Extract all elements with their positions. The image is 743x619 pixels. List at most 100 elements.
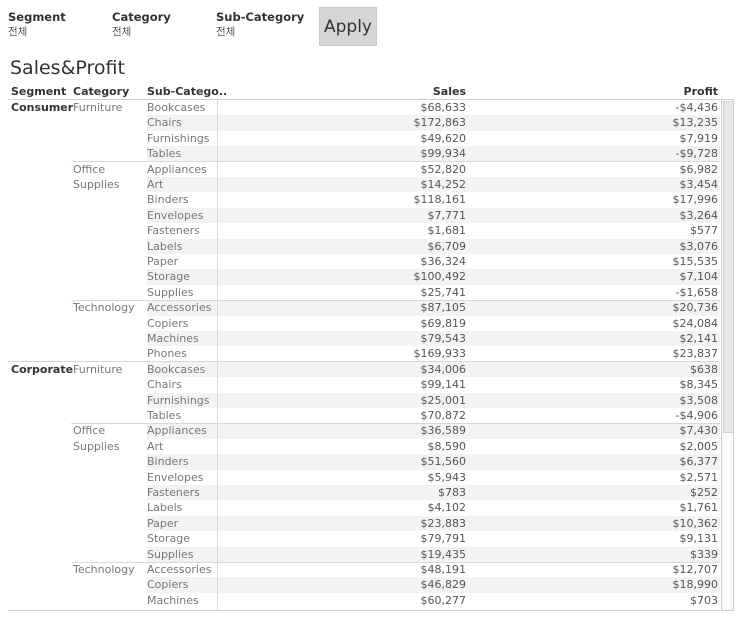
sales-cell: $8,590 [427,439,467,453]
subcategory-cell: Copiers [147,316,189,330]
subcategory-cell: Labels [147,239,183,253]
table-row[interactable]: Storage $100,492 $7,104 [147,269,720,285]
sales-cell: $99,934 [420,147,467,161]
category-cell: Furniture [73,362,123,376]
subcategory-cell: Chairs [147,378,182,392]
table-row[interactable]: Art $8,590 $2,005 [147,439,720,454]
table-row[interactable]: Accessories $87,105 $20,736 [147,300,720,316]
table-row[interactable]: Phones $169,933 $23,837 [147,346,720,361]
subcategory-cell: Art [147,439,164,453]
table-row[interactable]: Labels $4,102 $1,761 [147,500,720,515]
sales-cell: $25,741 [420,285,467,299]
category-cell: Technology [73,563,135,576]
category-divider [71,561,720,563]
sales-cell: $100,492 [413,270,467,284]
subcategory-cell: Accessories [147,301,212,315]
table-row[interactable]: Paper $23,883 $10,362 [147,515,720,532]
category-divider [71,422,720,424]
sales-cell: $4,102 [427,501,467,515]
sales-cell: $7,771 [427,208,467,222]
filter-subcategory[interactable]: Sub-Category 전체 [216,10,304,39]
profit-cell: $703 [690,593,718,607]
table-row[interactable]: Tables $99,934 -$9,728 [147,146,720,162]
subcategory-cell: Furnishings [147,393,210,407]
table-row[interactable]: Chairs $172,863 $13,235 [147,115,720,131]
profit-cell: $17,996 [672,193,719,207]
subcategory-cell: Binders [147,455,189,469]
table-row[interactable]: Supplies $19,435 $339 [147,546,720,562]
table-row[interactable]: Machines $79,543 $2,141 [147,331,720,347]
header-subcategory[interactable]: Sub-Catego.. [147,85,227,99]
sales-cell: $19,435 [420,547,467,561]
profit-cell: $12,707 [672,563,719,576]
table-row[interactable]: Supplies $25,741 -$1,658 [147,285,720,300]
filter-subcategory-value[interactable]: 전체 [216,25,304,39]
table-row[interactable]: Appliances $36,589 $7,430 [147,423,720,439]
subcategory-cell: Furnishings [147,131,210,145]
vertical-scrollbar[interactable] [721,99,734,611]
header-category[interactable]: Category [73,85,129,99]
table-row[interactable]: Chairs $99,141 $8,345 [147,377,720,392]
subcategory-cell: Envelopes [147,470,204,484]
sales-cell: $783 [438,486,466,499]
subcategory-cell: Fasteners [147,224,200,238]
profit-cell: $23,837 [672,347,719,361]
profit-cell: $15,535 [672,255,719,268]
table-row[interactable]: Storage $79,791 $9,131 [147,531,720,546]
profit-cell: $20,736 [672,301,719,315]
table-row[interactable]: Appliances $52,820 $6,982 [147,162,720,177]
table-row[interactable]: Envelopes $7,771 $3,264 [147,207,720,224]
table-row[interactable]: Furnishings $49,620 $7,919 [147,131,720,146]
subcategory-cell: Tables [147,147,182,161]
table-row[interactable]: Paper $36,324 $15,535 [147,254,720,269]
sales-cell: $79,543 [420,332,467,345]
table-row[interactable]: Bookcases $68,633 -$4,436 [147,100,720,115]
profit-cell: $8,345 [679,378,719,392]
profit-cell: $1,761 [679,501,719,515]
table-row[interactable]: Fasteners $783 $252 [147,485,720,501]
data-table: Bookcases $68,633 -$4,436 Consumer Furniture… [0,100,743,610]
filter-segment-value[interactable]: 전체 [8,25,66,39]
subcategory-cell: Paper [147,255,179,268]
header-sales[interactable]: Sales [433,85,466,99]
header-profit[interactable]: Profit [684,85,718,99]
filter-segment[interactable]: Segment 전체 [8,10,66,39]
table-row[interactable]: Art $14,252 $3,454 [147,177,720,193]
table-row[interactable]: Machines $60,277 $703 [147,593,720,608]
profit-cell: $638 [690,362,718,376]
sales-cell: $34,006 [420,362,467,376]
profit-cell: $10,362 [672,516,719,530]
table-row[interactable]: Copiers $69,819 $24,084 [147,316,720,331]
table-row[interactable]: Tables $70,872 -$4,906 [147,408,720,423]
scrollbar-thumb[interactable] [723,101,734,433]
profit-cell: $2,141 [679,332,719,345]
profit-cell: $2,005 [679,439,719,453]
table-row[interactable]: Labels $6,709 $3,076 [147,238,720,254]
subcategory-cell: Supplies [147,547,194,561]
filter-category[interactable]: Category 전체 [112,10,171,39]
profit-cell: -$4,906 [675,409,718,422]
table-row[interactable]: Bookcases $34,006 $638 [147,361,720,378]
table-row[interactable]: Binders $51,560 $6,377 [147,454,720,470]
table-row[interactable]: Furnishings $25,001 $3,508 [147,392,720,408]
profit-cell: $24,084 [672,316,719,330]
profit-cell: $3,076 [679,239,719,253]
profit-cell: $7,104 [679,270,719,284]
segment-cell: Consumer [11,101,74,114]
profit-cell: $6,982 [679,162,719,176]
table-row[interactable]: Accessories $48,191 $12,707 [147,562,720,577]
table-row[interactable]: Binders $118,161 $17,996 [147,192,720,207]
profit-cell: $3,264 [679,208,719,222]
segment-cell: Corporate [11,362,74,376]
table-row[interactable]: Envelopes $5,943 $2,571 [147,470,720,485]
header-segment[interactable]: Segment [11,85,66,99]
filter-category-value[interactable]: 전체 [112,25,171,39]
subcategory-cell: Copiers [147,578,189,592]
table-row[interactable]: Copiers $46,829 $18,990 [147,577,720,593]
sales-cell: $48,191 [420,563,467,576]
category-divider [71,299,720,301]
table-row[interactable]: Fasteners $1,681 $577 [147,223,720,238]
subcategory-cell: Phones [147,347,187,361]
filter-bar: Segment 전체 Category 전체 Sub-Category 전체 A… [0,0,743,56]
apply-button[interactable]: Apply [319,7,377,46]
